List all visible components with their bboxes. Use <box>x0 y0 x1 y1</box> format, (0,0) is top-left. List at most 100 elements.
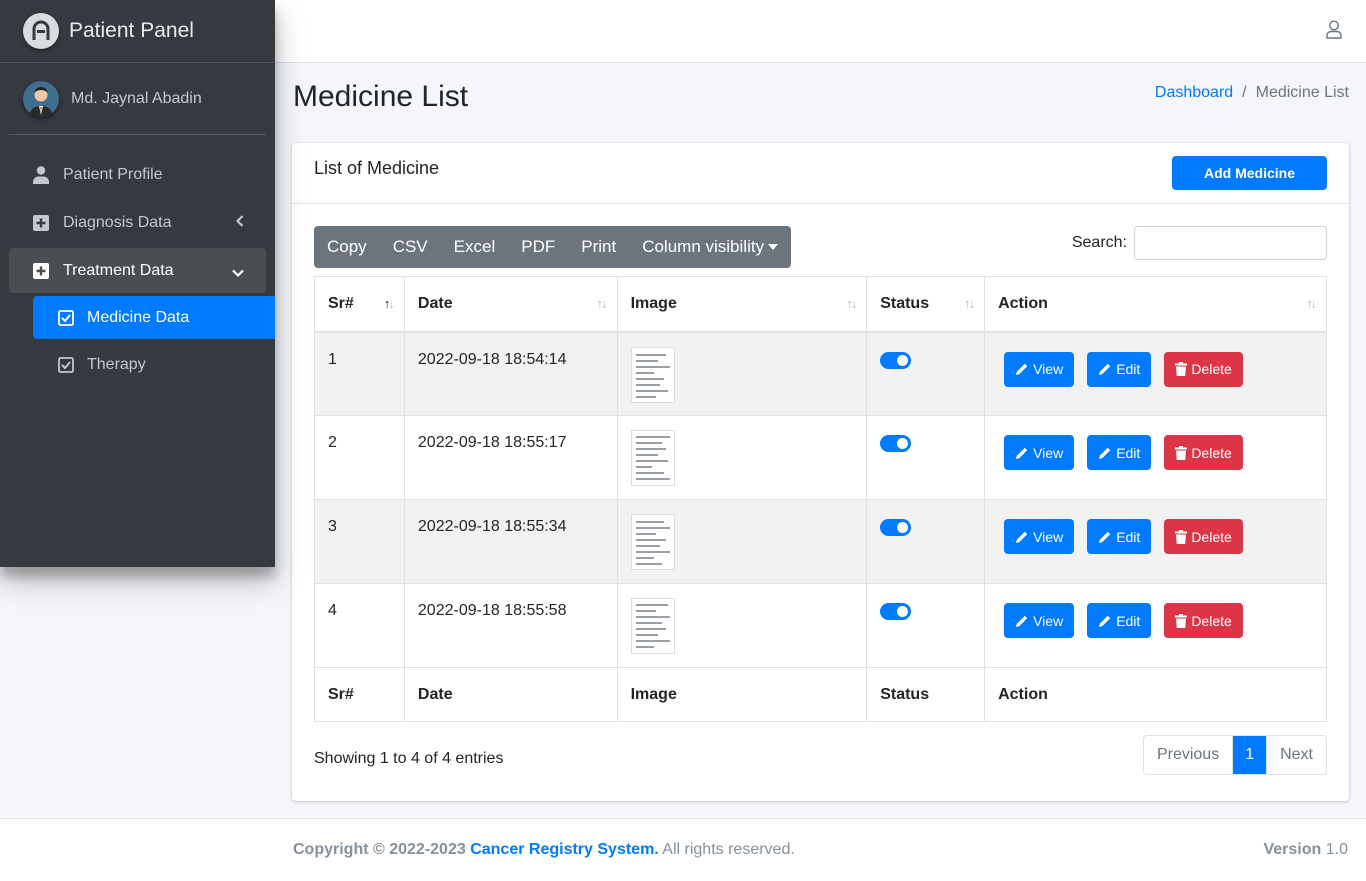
trash-icon <box>1175 445 1188 460</box>
delete-button[interactable]: Delete <box>1164 603 1243 638</box>
org-link[interactable]: Cancer Registry System. <box>470 841 659 858</box>
column-header-date[interactable]: Date ↑↓ <box>403 276 618 333</box>
cell-sr: 3 <box>314 499 405 584</box>
avatar <box>23 80 59 117</box>
view-button[interactable]: View <box>1004 519 1075 554</box>
pagination: Previous 1 Next <box>1142 735 1327 775</box>
breadcrumb-dashboard-link[interactable]: Dashboard <box>1155 84 1233 101</box>
search-group: Search: <box>1072 226 1327 260</box>
sort-icon: ↑↓ <box>1306 296 1317 311</box>
prescription-thumbnail[interactable] <box>630 514 675 570</box>
pdf-button[interactable]: PDF <box>508 226 568 268</box>
view-button[interactable]: View <box>1004 603 1075 638</box>
prescription-thumbnail[interactable] <box>630 598 675 654</box>
sidebar-item-diagnosis-data[interactable]: Diagnosis Data <box>9 200 266 245</box>
card-header: List of Medicine Add Medicine <box>292 143 1349 204</box>
cell-action: View Edit Delete <box>984 331 1327 416</box>
csv-button[interactable]: CSV <box>380 226 441 268</box>
view-button[interactable]: View <box>1004 435 1075 470</box>
footer-header-action: Action <box>984 667 1327 722</box>
page-title: Medicine List <box>293 80 469 113</box>
edit-button-label: Edit <box>1116 361 1141 377</box>
excel-button[interactable]: Excel <box>441 226 509 268</box>
prescription-thumbnail[interactable] <box>630 346 675 403</box>
sidebar: Patient Panel Md. Jaynal Abadin Patient … <box>0 0 275 567</box>
pencil-icon <box>1099 447 1111 459</box>
table-row: 2 2022-09-18 18:55:17 View Edit Delete <box>314 415 1327 500</box>
add-medicine-button[interactable]: Add Medicine <box>1172 156 1327 190</box>
copy-button[interactable]: Copy <box>314 226 380 268</box>
trash-icon <box>1175 613 1188 628</box>
brand-text: Patient Panel <box>69 19 194 42</box>
delete-button-label: Delete <box>1191 361 1232 377</box>
caret-down-icon <box>768 244 779 250</box>
trash-icon <box>1175 362 1188 376</box>
footer-header-date: Date <box>403 667 618 722</box>
sort-asc-icon: ↑↓ <box>383 296 395 311</box>
sidebar-subitem-medicine-data[interactable]: Medicine Data <box>33 296 275 339</box>
cell-date: 2022-09-18 18:55:17 <box>403 415 618 500</box>
column-header-action[interactable]: Action ↑↓ <box>984 276 1327 333</box>
column-header-sr[interactable]: Sr# ↑↓ <box>314 276 405 333</box>
view-button-label: View <box>1033 528 1064 545</box>
edit-button[interactable]: Edit <box>1087 519 1152 554</box>
cell-action: View Edit Delete <box>984 499 1327 584</box>
sort-icon: ↑↓ <box>964 296 975 311</box>
medicine-list-card: List of Medicine Add Medicine Copy CSV E… <box>292 143 1349 801</box>
pencil-icon <box>1099 363 1111 375</box>
cell-image <box>616 415 868 500</box>
table-row: 4 2022-09-18 18:55:58 View Edit Delete <box>314 583 1327 668</box>
cell-sr: 1 <box>314 331 405 416</box>
chevron-left-icon <box>235 214 244 232</box>
search-label: Search: <box>1071 234 1127 251</box>
edit-button[interactable]: Edit <box>1087 435 1152 470</box>
column-visibility-label: Column visibility <box>642 237 765 256</box>
pencil-icon <box>1099 615 1111 627</box>
sort-icon: ↑↓ <box>596 296 608 311</box>
version-label: Version <box>1263 841 1322 858</box>
pencil-icon <box>1099 531 1111 543</box>
sidebar-subitem-label: Medicine Data <box>87 308 190 326</box>
column-header-image[interactable]: Image ↑↓ <box>616 276 868 333</box>
delete-button[interactable]: Delete <box>1164 519 1243 554</box>
previous-page-button[interactable]: Previous <box>1143 736 1234 774</box>
next-page-button[interactable]: Next <box>1267 736 1326 774</box>
brand-link[interactable]: Patient Panel <box>0 0 275 63</box>
page-1-button[interactable]: 1 <box>1233 736 1268 774</box>
view-button[interactable]: View <box>1004 351 1075 387</box>
copyright: Copyright © 2022-2023 Cancer Registry Sy… <box>293 841 795 859</box>
cell-status <box>866 415 986 500</box>
table-row: 1 2022-09-18 18:54:14 View Edit Delete <box>314 331 1327 416</box>
user-account-icon[interactable] <box>1326 20 1342 44</box>
delete-button[interactable]: Delete <box>1164 351 1243 387</box>
edit-button[interactable]: Edit <box>1087 603 1152 638</box>
status-toggle[interactable] <box>880 351 912 369</box>
brand-logo-icon <box>23 13 59 49</box>
status-toggle[interactable] <box>880 519 912 536</box>
delete-button[interactable]: Delete <box>1164 435 1243 470</box>
view-button-label: View <box>1033 612 1064 629</box>
table-row: 3 2022-09-18 18:55:34 View Edit Delete <box>314 499 1327 584</box>
column-header-label: Action <box>998 294 1048 312</box>
column-header-label: Sr# <box>328 294 354 312</box>
sidebar-item-patient-profile[interactable]: Patient Profile <box>9 152 266 197</box>
cell-date: 2022-09-18 18:54:14 <box>403 331 618 416</box>
chevron-down-icon <box>232 264 244 282</box>
status-toggle[interactable] <box>880 603 912 620</box>
table-header-row: Sr# ↑↓ Date ↑↓ Image ↑↓ Status ↑↓ Action ↑↓ <box>314 276 1327 333</box>
card-title: List of Medicine <box>314 158 440 178</box>
prescription-thumbnail[interactable] <box>630 430 675 486</box>
print-button[interactable]: Print <box>568 226 629 268</box>
column-visibility-button[interactable]: Column visibility <box>629 226 791 268</box>
search-input[interactable] <box>1134 226 1327 260</box>
sidebar-item-treatment-data[interactable]: Treatment Data <box>9 248 266 293</box>
sidebar-nav: Patient Profile Diagnosis Data Treatment… <box>0 135 275 386</box>
status-toggle[interactable] <box>880 435 912 452</box>
sidebar-item-label: Treatment Data <box>63 261 174 279</box>
column-header-status[interactable]: Status ↑↓ <box>866 276 986 333</box>
edit-button[interactable]: Edit <box>1087 351 1152 387</box>
user-panel[interactable]: Md. Jaynal Abadin <box>9 63 266 135</box>
view-button-label: View <box>1033 444 1064 461</box>
sidebar-subitem-therapy[interactable]: Therapy <box>33 343 275 386</box>
column-header-label: Status <box>880 294 930 312</box>
